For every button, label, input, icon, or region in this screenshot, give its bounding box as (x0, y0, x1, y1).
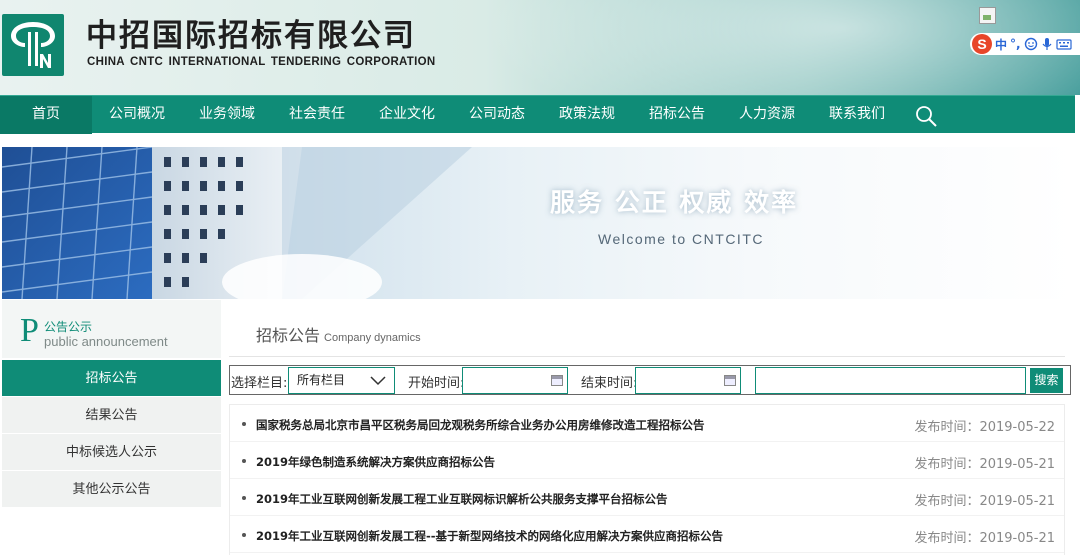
column-select[interactable]: 所有栏目 (288, 367, 395, 394)
list-item[interactable]: 2019年绿色制造系统解决方案供应商招标公告 发布时间：2019-05-21 (230, 442, 1064, 479)
calendar-icon (724, 375, 736, 386)
smile-icon[interactable] (1024, 37, 1038, 51)
start-time-label: 开始时间: (408, 376, 465, 391)
notice-date: 发布时间：2019-05-21 (914, 531, 1055, 546)
mic-icon[interactable] (1041, 37, 1053, 51)
notice-title[interactable]: 国家税务总局北京市昌平区税务局回龙观税务所综合业务办公用房维修改造工程招标公告 (256, 417, 705, 433)
search-icon (916, 106, 937, 127)
notice-date: 发布时间：2019-05-21 (914, 457, 1055, 472)
sidebar-item-other-notice[interactable]: 其他公示公告 (2, 471, 221, 508)
calendar-icon (551, 375, 563, 386)
nav-company-overview[interactable]: 公司概况 (92, 96, 182, 134)
list-item[interactable]: 2019年工业互联网创新发展工程工业互联网标识解析公共服务支撑平台招标公告 发布… (230, 479, 1064, 516)
site-header: 中招国际招标有限公司 CHINA CNTC INTERNATIONAL TEND… (0, 0, 1080, 95)
chevron-down-icon (370, 376, 386, 386)
company-logo[interactable] (2, 14, 64, 76)
search-button[interactable]: 搜索 (1030, 368, 1063, 393)
ime-punct-toggle[interactable]: °, (1010, 37, 1021, 51)
sidebar-letter: P (20, 312, 39, 349)
end-time-input[interactable] (635, 367, 741, 394)
hero-banner: 服务 公正 权威 效率 Welcome to CNTCITC (2, 147, 1074, 299)
list-item[interactable]: 2019年工业互联网创新发展工程--基于新型网络技术的网络化应用解决方案供应商招… (230, 516, 1064, 553)
sidebar-item-result-notice[interactable]: 结果公告 (2, 397, 221, 434)
page-title-cn: 招标公告 (256, 326, 321, 345)
page-title: 招标公告 Company dynamics (256, 322, 421, 346)
nav-news[interactable]: 公司动态 (452, 96, 542, 134)
notice-title[interactable]: 2019年工业互联网创新发展工程工业互联网标识解析公共服务支撑平台招标公告 (256, 491, 668, 507)
sogou-logo-icon[interactable]: S (972, 34, 992, 54)
banner-slogan: 服务 公正 权威 效率 (550, 188, 799, 217)
sidebar-item-tender-notice[interactable]: 招标公告 (2, 360, 221, 397)
logo-icon (11, 22, 55, 68)
ime-lang-toggle[interactable]: 中 (995, 36, 1007, 53)
nav-tender-notice[interactable]: 招标公告 (632, 96, 722, 134)
list-item[interactable]: 国家税务总局北京市昌平区税务局回龙观税务所综合业务办公用房维修改造工程招标公告 … (230, 405, 1064, 442)
banner-welcome: Welcome to CNTCITC (598, 231, 764, 247)
notice-date: 发布时间：2019-05-21 (914, 494, 1055, 509)
column-select-value: 所有栏目 (297, 373, 346, 387)
nav-filler (950, 96, 1075, 133)
building-illustration (2, 147, 472, 299)
nav-culture[interactable]: 企业文化 (362, 96, 452, 134)
ime-toolbar[interactable]: S 中 °, (970, 33, 1080, 55)
nav-policy[interactable]: 政策法规 (542, 96, 632, 134)
sidebar-item-candidate-notice[interactable]: 中标候选人公示 (2, 434, 221, 471)
keyboard-icon[interactable] (1055, 37, 1072, 51)
sidebar-title-en: public announcement (44, 334, 168, 349)
sidebar-title-cn: 公告公示 (44, 320, 93, 334)
bullet-icon (242, 422, 246, 426)
column-label: 选择栏目: (231, 376, 288, 391)
bullet-icon (242, 496, 246, 500)
keyword-input[interactable] (755, 367, 1026, 394)
filter-bar: 选择栏目: 所有栏目 开始时间: 结束时间: 搜索 (229, 365, 1071, 395)
sidebar-menu: 招标公告 结果公告 中标候选人公示 其他公示公告 (2, 360, 221, 508)
brand-name-en: CHINA CNTC INTERNATIONAL TENDERING CORPO… (87, 56, 436, 68)
notice-date: 发布时间：2019-05-22 (914, 420, 1055, 435)
nav-hr[interactable]: 人力资源 (722, 96, 812, 134)
page-title-en: Company dynamics (324, 332, 421, 344)
main-nav: 首页 公司概况 业务领域 社会责任 企业文化 公司动态 政策法规 招标公告 人力… (0, 95, 1075, 134)
broken-image-icon (979, 7, 996, 24)
nav-business[interactable]: 业务领域 (182, 96, 272, 134)
notice-title[interactable]: 2019年绿色制造系统解决方案供应商招标公告 (256, 454, 495, 470)
title-divider (229, 356, 1065, 357)
nav-home[interactable]: 首页 (0, 96, 92, 134)
sidebar-header: P 公告公示 public announcement (2, 300, 221, 358)
nav-contact[interactable]: 联系我们 (812, 96, 902, 134)
nav-search-button[interactable] (906, 96, 950, 134)
bullet-icon (242, 459, 246, 463)
nav-social-responsibility[interactable]: 社会责任 (272, 96, 362, 134)
notice-list: 国家税务总局北京市昌平区税务局回龙观税务所综合业务办公用房维修改造工程招标公告 … (229, 404, 1065, 555)
brand-name-cn: 中招国际招标有限公司 (86, 18, 416, 54)
notice-title[interactable]: 2019年工业互联网创新发展工程--基于新型网络技术的网络化应用解决方案供应商招… (256, 528, 723, 544)
bullet-icon (242, 533, 246, 537)
start-time-input[interactable] (462, 367, 568, 394)
end-time-label: 结束时间: (581, 376, 638, 391)
